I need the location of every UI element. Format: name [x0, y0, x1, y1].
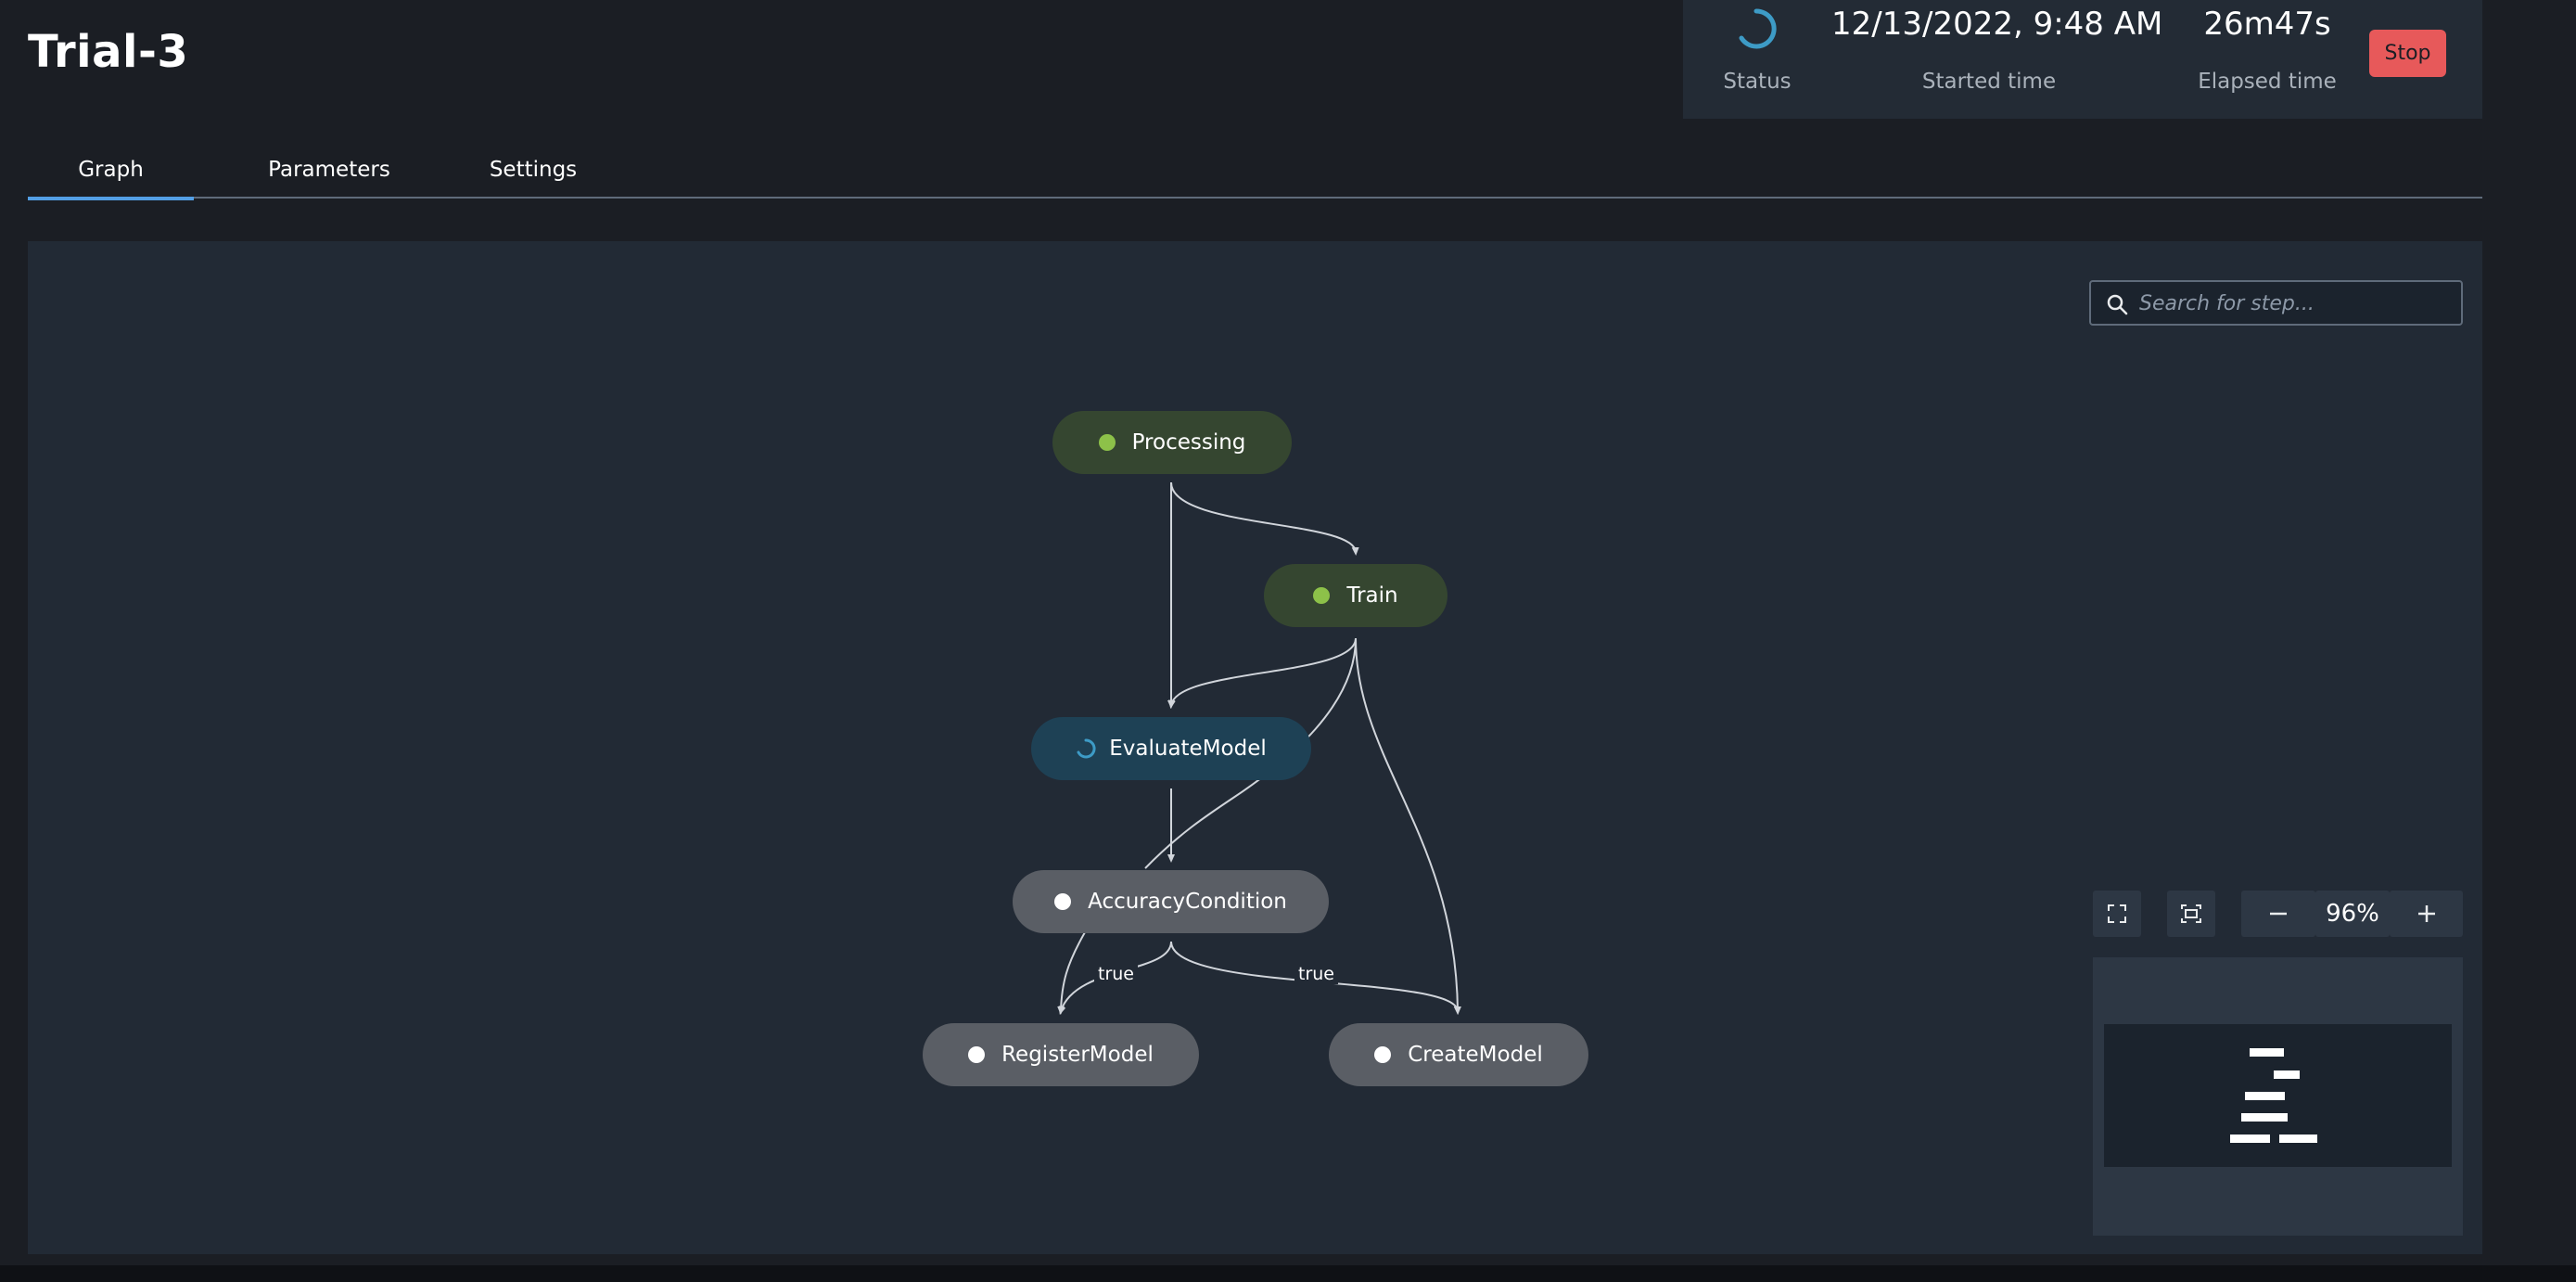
- node-label: CreateModel: [1408, 1043, 1543, 1067]
- bottom-bar: [0, 1265, 2576, 1282]
- started-time-value: 12/13/2022, 9:48 AM: [1831, 6, 2163, 43]
- node-registermodel[interactable]: RegisterModel: [923, 1023, 1199, 1086]
- zoom-out-button[interactable]: [2241, 891, 2315, 937]
- node-label: Processing: [1131, 430, 1246, 455]
- tab-settings[interactable]: Settings: [450, 158, 617, 197]
- tab-bar: Graph Parameters Settings: [28, 148, 2482, 200]
- minimap-node: [2274, 1070, 2300, 1079]
- node-label: Train: [1346, 583, 1398, 608]
- fullscreen-button[interactable]: [2093, 891, 2141, 937]
- edge-label-true: true: [1294, 964, 1338, 984]
- minimap-node: [2230, 1135, 2270, 1143]
- status-panel: Status 12/13/2022, 9:48 AM Started time …: [1683, 0, 2482, 119]
- node-label: EvaluateModel: [1109, 737, 1267, 761]
- node-processing[interactable]: Processing: [1052, 411, 1292, 474]
- minimap-node: [2250, 1048, 2284, 1057]
- minimap[interactable]: [2093, 957, 2463, 1236]
- fit-view-button[interactable]: [2167, 891, 2215, 937]
- node-train[interactable]: Train: [1264, 564, 1447, 627]
- elapsed-time-label: Elapsed time: [2198, 70, 2337, 94]
- status-dot-icon: [1054, 893, 1072, 910]
- graph-canvas[interactable]: true true Processing Train EvaluateModel…: [28, 241, 2482, 1254]
- minimap-node: [2245, 1092, 2285, 1100]
- spinner-icon: [1077, 738, 1096, 759]
- status-dot-icon: [1374, 1046, 1392, 1063]
- node-label: RegisterModel: [1001, 1043, 1154, 1067]
- node-evaluatemodel[interactable]: EvaluateModel: [1031, 717, 1311, 780]
- zoom-out-icon: [2270, 912, 2287, 916]
- elapsed-time-value: 26m47s: [2203, 6, 2331, 43]
- minimap-node: [2241, 1113, 2288, 1122]
- status-dot-icon: [968, 1046, 986, 1063]
- tab-parameters[interactable]: Parameters: [227, 158, 431, 197]
- zoom-level: 96%: [2326, 900, 2379, 928]
- zoom-level-display: 96%: [2315, 891, 2390, 937]
- tab-graph[interactable]: Graph: [28, 158, 194, 200]
- status-label: Status: [1723, 70, 1792, 94]
- stop-button[interactable]: Stop: [2369, 30, 2446, 77]
- fit-view-icon: [2181, 904, 2201, 923]
- fullscreen-icon: [2108, 904, 2126, 923]
- zoom-in-button[interactable]: [2390, 891, 2463, 937]
- node-label: AccuracyCondition: [1088, 890, 1287, 914]
- started-time-label: Started time: [1921, 70, 2057, 94]
- minimap-node: [2279, 1135, 2317, 1143]
- status-dot-icon: [1313, 587, 1331, 604]
- node-createmodel[interactable]: CreateModel: [1329, 1023, 1588, 1086]
- node-accuracycondition[interactable]: AccuracyCondition: [1013, 870, 1329, 933]
- status-dot-icon: [1098, 434, 1116, 451]
- minimap-viewport[interactable]: [2104, 1024, 2452, 1167]
- page-title: Trial-3: [28, 26, 189, 78]
- edge-label-true: true: [1094, 964, 1138, 984]
- zoom-in-icon: [2417, 905, 2435, 922]
- spinner-icon: [1739, 8, 1777, 49]
